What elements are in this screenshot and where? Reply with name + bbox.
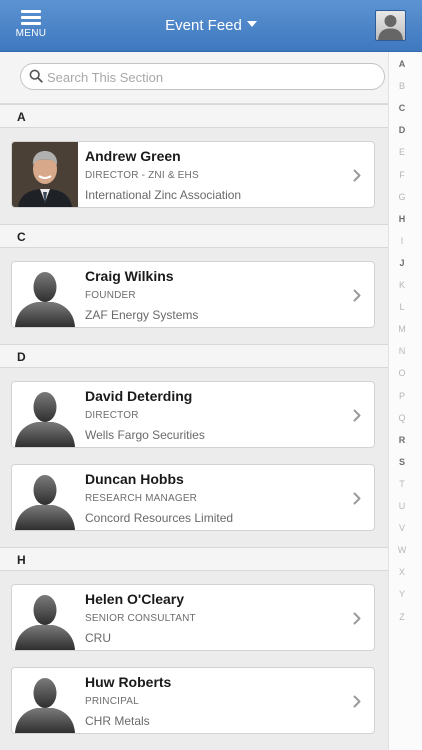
index-letter[interactable]: G: [389, 192, 415, 202]
event-feed-dropdown[interactable]: Event Feed: [0, 17, 422, 34]
user-silhouette-icon: [378, 15, 403, 40]
search-input[interactable]: [47, 67, 377, 87]
top-bar: MENU Event Feed: [0, 0, 422, 52]
index-letter[interactable]: B: [389, 81, 415, 91]
index-letter[interactable]: F: [389, 170, 415, 180]
index-letter[interactable]: V: [389, 523, 415, 533]
attendee-name: Duncan Hobbs: [85, 471, 184, 487]
index-letter[interactable]: P: [389, 391, 415, 401]
profile-photo: [12, 142, 78, 207]
attendee-name: David Deterding: [85, 388, 193, 404]
attendee-title: FOUNDER: [85, 290, 136, 301]
attendee-card[interactable]: Andrew Green DIRECTOR - ZNI & EHS Internat…: [11, 141, 375, 208]
chevron-right-icon: [353, 409, 361, 422]
index-letter[interactable]: O: [389, 368, 415, 378]
index-letter[interactable]: T: [389, 479, 415, 489]
attendee-name: Helen O'Cleary: [85, 591, 185, 607]
index-letter[interactable]: X: [389, 567, 415, 577]
section-body: Craig Wilkins FOUNDER ZAF Energy Systems: [0, 248, 388, 328]
index-letter[interactable]: K: [389, 280, 415, 290]
index-letter[interactable]: D: [389, 125, 415, 135]
section-body: Helen O'Cleary SENIOR CONSULTANT CRU Huw Ro…: [0, 571, 388, 734]
section-header: H: [0, 547, 388, 571]
index-letter[interactable]: S: [389, 457, 415, 467]
section-header: D: [0, 344, 388, 368]
attendee-title: SENIOR CONSULTANT: [85, 613, 196, 624]
index-letter[interactable]: J: [389, 258, 415, 268]
index-letter[interactable]: N: [389, 346, 415, 356]
attendee-title: DIRECTOR: [85, 410, 139, 421]
alphabet-index[interactable]: A B C D E F G H I J K L M N O P Q R S T U V W X Y Z: [388, 52, 422, 750]
index-letter[interactable]: I: [389, 236, 415, 246]
section-header: C: [0, 224, 388, 248]
section-body: Andrew Green DIRECTOR - ZNI & EHS Internat…: [0, 128, 388, 208]
attendee-organization: CHR Metals: [85, 714, 150, 728]
profile-avatar-button[interactable]: [375, 10, 406, 41]
profile-photo-placeholder: [12, 382, 78, 447]
profile-photo-placeholder: [12, 262, 78, 327]
attendee-organization: ZAF Energy Systems: [85, 308, 199, 322]
attendee-name: Andrew Green: [85, 148, 181, 164]
page-title: Event Feed: [165, 17, 242, 34]
attendee-title: PRINCIPAL: [85, 696, 139, 707]
profile-photo-placeholder: [12, 585, 78, 650]
index-letter[interactable]: W: [389, 545, 415, 555]
attendee-organization: CRU: [85, 631, 111, 645]
index-letter[interactable]: U: [389, 501, 415, 511]
section-header: A: [0, 104, 388, 128]
search-icon: [29, 69, 43, 83]
index-letter[interactable]: A: [389, 59, 415, 69]
index-letter[interactable]: Q: [389, 413, 415, 423]
attendee-organization: Concord Resources Limited: [85, 511, 234, 525]
search-field[interactable]: [20, 63, 385, 90]
index-letter[interactable]: R: [389, 435, 415, 445]
index-letter[interactable]: C: [389, 103, 415, 113]
index-letter[interactable]: H: [389, 214, 415, 224]
index-letter[interactable]: Y: [389, 589, 415, 599]
profile-photo-placeholder: [12, 668, 78, 733]
attendee-card[interactable]: Huw Roberts PRINCIPAL CHR Metals: [11, 667, 375, 734]
attendee-card[interactable]: Helen O'Cleary SENIOR CONSULTANT CRU: [11, 584, 375, 651]
attendee-name: Huw Roberts: [85, 674, 172, 690]
index-letter[interactable]: M: [389, 324, 415, 334]
attendee-card[interactable]: David Deterding DIRECTOR Wells Fargo Secur…: [11, 381, 375, 448]
index-letter[interactable]: E: [389, 147, 415, 157]
attendee-name: Craig Wilkins: [85, 268, 174, 284]
index-letter[interactable]: L: [389, 302, 415, 312]
attendee-title: DIRECTOR - ZNI & EHS: [85, 170, 199, 181]
chevron-right-icon: [353, 695, 361, 708]
index-letter[interactable]: Z: [389, 612, 415, 622]
chevron-right-icon: [353, 612, 361, 625]
attendee-card[interactable]: Craig Wilkins FOUNDER ZAF Energy Systems: [11, 261, 375, 328]
chevron-right-icon: [353, 289, 361, 302]
chevron-right-icon: [353, 169, 361, 182]
attendee-card[interactable]: Duncan Hobbs RESEARCH MANAGER Concord Reso…: [11, 464, 375, 531]
search-bar: [0, 52, 388, 104]
section-body: David Deterding DIRECTOR Wells Fargo Secur…: [0, 368, 388, 531]
attendee-organization: International Zinc Association: [85, 188, 242, 202]
caret-down-icon: [246, 21, 257, 28]
attendee-organization: Wells Fargo Securities: [85, 428, 205, 442]
attendee-list: A Andrew Green DIRECTOR - ZNI & EHS Interna…: [0, 104, 388, 750]
attendee-title: RESEARCH MANAGER: [85, 493, 198, 504]
profile-photo-placeholder: [12, 465, 78, 530]
chevron-right-icon: [353, 492, 361, 505]
